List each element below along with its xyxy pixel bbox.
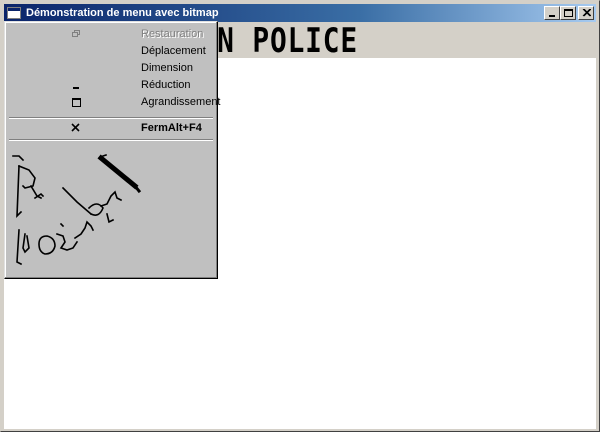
title-bar[interactable]: Démonstration de menu avec bitmap	[4, 4, 596, 22]
menu-item-label: Agrandissement	[141, 96, 221, 108]
maximize-button[interactable]	[560, 6, 576, 20]
menu-item-label: Réduction	[141, 79, 191, 91]
close-icon	[582, 9, 591, 17]
system-menu-icon[interactable]	[7, 7, 21, 19]
maximize-icon	[72, 98, 81, 107]
menu-item-maximize[interactable]: Agrandissement	[7, 94, 221, 111]
menu-separator	[9, 139, 213, 141]
menu-item-label: FermAlt+F4	[141, 122, 202, 134]
menu-separator	[9, 117, 213, 119]
menu-item-label: Déplacement	[141, 45, 206, 57]
close-button[interactable]	[578, 6, 594, 20]
window-title: Démonstration de menu avec bitmap	[26, 7, 219, 19]
menu-item-label: Restauration	[141, 28, 204, 40]
menu-item-close[interactable]: FermAlt+F4	[7, 120, 215, 137]
maximize-icon	[564, 9, 573, 17]
menu-item-move[interactable]: Déplacement	[7, 43, 215, 60]
minimize-icon	[73, 87, 79, 89]
menu-item-minimize[interactable]: Réduction	[7, 77, 215, 94]
menu-item-label: Dimension	[141, 62, 193, 74]
minimize-icon	[549, 15, 555, 17]
close-icon	[71, 123, 80, 132]
app-window: Démonstration de menu avec bitmap ON POL…	[0, 0, 600, 432]
menu-item-size[interactable]: Dimension	[7, 60, 215, 77]
handwritten-signature-bitmap[interactable]	[11, 152, 151, 270]
system-menu: Restauration Déplacement Dimension Réduc…	[4, 21, 221, 279]
minimize-button[interactable]	[544, 6, 560, 20]
restore-icon	[72, 30, 80, 37]
menu-item-restore[interactable]: Restauration	[7, 26, 215, 43]
